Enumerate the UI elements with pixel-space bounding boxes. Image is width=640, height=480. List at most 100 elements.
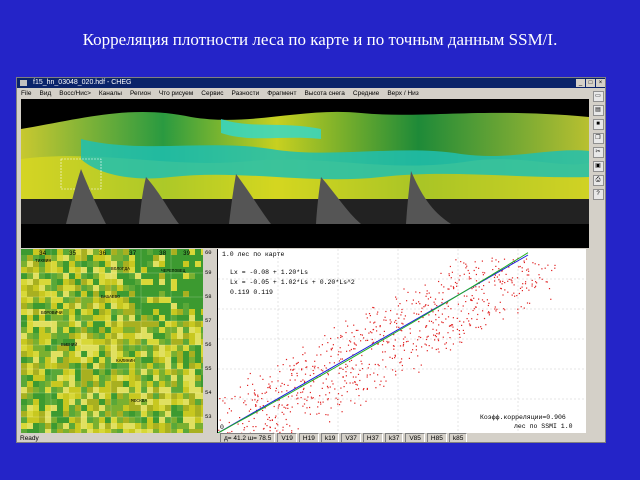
menu-differences[interactable]: Разности xyxy=(228,88,264,99)
scatter-point xyxy=(449,337,451,339)
scatter-point xyxy=(448,273,450,275)
scatter-point xyxy=(401,358,403,360)
scatter-point xyxy=(334,388,336,390)
menu-service[interactable]: Сервис xyxy=(197,88,227,99)
scatter-point xyxy=(495,265,497,267)
minimize-button[interactable]: _ xyxy=(576,79,585,87)
scatter-point xyxy=(468,276,470,278)
menu-region[interactable]: Регион xyxy=(126,88,155,99)
menu-view[interactable]: Вид xyxy=(35,88,55,99)
menu-what-draw[interactable]: Что рисуем xyxy=(155,88,197,99)
scatter-point xyxy=(286,390,288,392)
scatter-point xyxy=(369,374,371,376)
scatter-point xyxy=(409,332,411,334)
scatter-point xyxy=(365,400,367,402)
scatter-point xyxy=(468,278,470,280)
map-dark-strip xyxy=(21,224,589,248)
scatter-point xyxy=(374,363,376,366)
save-icon[interactable]: ■ xyxy=(592,119,604,130)
menu-file[interactable]: File xyxy=(17,88,35,99)
open-file-icon[interactable]: ▤ xyxy=(592,105,604,116)
paste-icon[interactable]: ▣ xyxy=(592,161,604,172)
scatter-point xyxy=(383,335,385,337)
scatter-point xyxy=(460,310,462,312)
scatter-point xyxy=(463,321,465,323)
cut-icon[interactable]: ✂ xyxy=(592,147,604,158)
scatter-point xyxy=(321,344,323,346)
scatter-point xyxy=(287,407,289,409)
menu-averages[interactable]: Средние xyxy=(349,88,383,99)
scatter-point xyxy=(330,337,332,340)
close-button[interactable]: × xyxy=(596,79,605,87)
menu-asc-desc[interactable]: Восс/Нис> xyxy=(55,88,95,99)
menu-snow-height[interactable]: Высота снега xyxy=(300,88,348,99)
help-icon[interactable]: ? xyxy=(592,189,604,200)
scatter-point xyxy=(302,388,305,391)
origin-label: 0 xyxy=(220,424,224,431)
scatter-point xyxy=(305,366,307,369)
scatter-point xyxy=(224,402,226,404)
menu-top-bottom[interactable]: Верх / Низ xyxy=(383,88,422,99)
scatter-point xyxy=(353,336,355,338)
scatter-point xyxy=(482,271,484,274)
scatter-point xyxy=(339,347,341,349)
menu-fragment[interactable]: Фрагмент xyxy=(263,88,300,99)
print-icon[interactable]: ⎙ xyxy=(592,175,604,186)
scatter-point xyxy=(391,357,393,359)
scatter-point xyxy=(243,429,245,431)
scatter-point xyxy=(470,277,472,280)
scatter-point xyxy=(493,276,496,278)
scatter-point xyxy=(536,282,538,284)
scatter-point xyxy=(262,405,264,407)
scatter-point xyxy=(365,313,367,315)
scatter-point xyxy=(426,293,428,295)
scatter-point xyxy=(327,398,329,400)
lat-label: 60 xyxy=(205,249,212,256)
scatter-point xyxy=(345,363,347,365)
new-file-icon[interactable]: ▭ xyxy=(592,91,604,102)
scatter-plot xyxy=(217,249,586,434)
scatter-point xyxy=(247,384,249,386)
lon-label: 39 xyxy=(183,250,191,257)
scatter-point xyxy=(327,342,329,344)
scatter-point xyxy=(362,389,364,391)
window-titlebar[interactable]: f15_hn_03048_020.hdf - CHEG _ □ × xyxy=(17,78,605,88)
scatter-point xyxy=(425,295,427,297)
scatter-point xyxy=(451,271,453,273)
scatter-point xyxy=(296,398,298,400)
scatter-point xyxy=(448,274,450,277)
scatter-point xyxy=(483,301,485,303)
scatter-point xyxy=(368,313,371,315)
copy-icon[interactable]: ❐ xyxy=(592,133,604,144)
scatter-point xyxy=(496,308,498,310)
scatter-point xyxy=(427,298,429,300)
scatter-point xyxy=(418,301,420,303)
scatter-point xyxy=(324,335,326,337)
scatter-point xyxy=(246,425,248,428)
scatter-point xyxy=(447,305,449,307)
scatter-point xyxy=(264,392,266,394)
scatter-point xyxy=(484,272,486,274)
scatter-point xyxy=(425,325,427,327)
scatter-point xyxy=(320,403,322,405)
scatter-point xyxy=(495,259,497,261)
scatter-point xyxy=(426,290,428,292)
town-label: ЧЕРЕПОВЕЦ xyxy=(161,269,186,274)
status-ready: Ready xyxy=(20,435,39,442)
lon-label: 35 xyxy=(69,250,77,257)
maximize-button[interactable]: □ xyxy=(586,79,595,87)
menu-channels[interactable]: Каналы xyxy=(95,88,126,99)
scatter-point xyxy=(468,272,470,274)
scatter-point xyxy=(325,367,327,369)
quadratic-equation: Lx = -0.05 + 1.02*Ls + 0.20*Ls^2 xyxy=(230,279,355,286)
satellite-overview-map[interactable] xyxy=(21,99,589,224)
scatter-point xyxy=(269,430,271,432)
scatter-point xyxy=(526,302,529,304)
lon-label: 36 xyxy=(99,250,107,257)
scatter-point xyxy=(331,347,333,349)
scatter-point xyxy=(325,394,327,396)
scatter-point xyxy=(249,372,251,375)
scatter-point xyxy=(307,396,309,398)
scatter-point xyxy=(382,359,384,361)
scatter-point xyxy=(244,400,246,402)
